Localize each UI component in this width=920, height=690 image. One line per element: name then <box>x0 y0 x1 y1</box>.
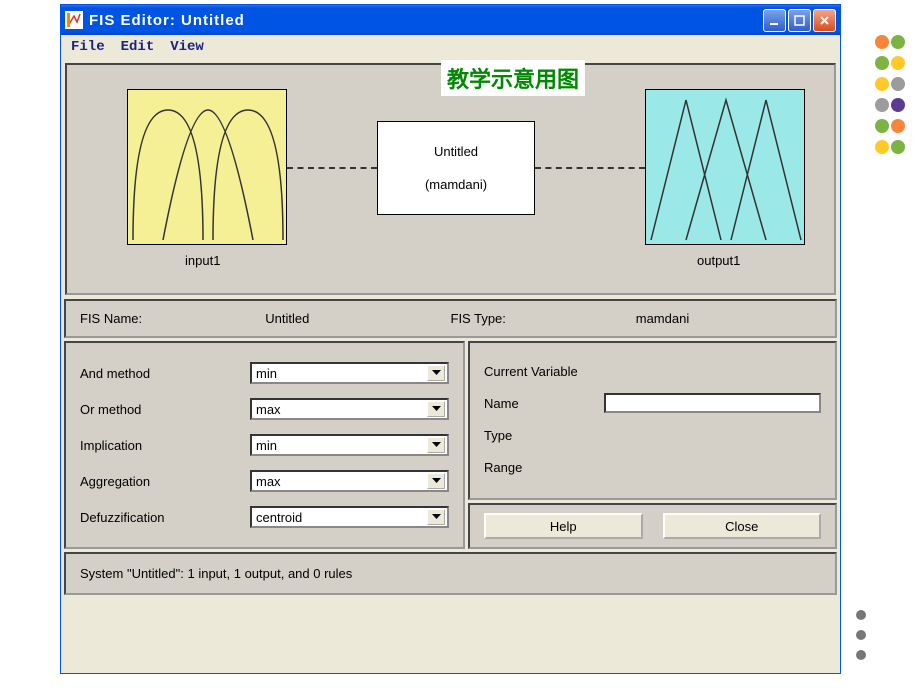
methods-panel: And method min Or method max Implication… <box>64 341 465 549</box>
and-method-label: And method <box>80 366 250 381</box>
fis-name-value: Untitled <box>265 311 450 326</box>
help-button[interactable]: Help <box>484 513 643 539</box>
current-variable-panel: Current Variable Name Type Range <box>468 341 837 500</box>
lower-grid: And method min Or method max Implication… <box>64 341 837 549</box>
window-controls <box>763 9 836 32</box>
fis-type-label: FIS Type: <box>451 311 636 326</box>
fis-type-text: (mamdani) <box>425 177 487 192</box>
fis-name-label: FIS Name: <box>80 311 265 326</box>
defuzzification-label: Defuzzification <box>80 510 250 525</box>
diagram-area: input1 Untitled (mamdani) output1 <box>67 65 834 293</box>
menu-edit[interactable]: Edit <box>121 39 155 55</box>
connector-line <box>287 167 377 169</box>
cv-name-input[interactable] <box>604 393 821 413</box>
workspace: input1 Untitled (mamdani) output1 <box>65 63 836 295</box>
fis-info-panel: FIS Name: Untitled FIS Type: mamdani <box>64 299 837 338</box>
menubar: File Edit View <box>61 35 840 59</box>
decorative-side-dots <box>856 600 866 670</box>
membership-triangles-icon <box>646 90 806 246</box>
input-label: input1 <box>185 253 220 268</box>
or-method-label: Or method <box>80 402 250 417</box>
app-icon <box>65 11 83 29</box>
teaching-overlay-label: 教学示意用图 <box>441 60 585 96</box>
cv-range-label: Range <box>484 460 604 475</box>
membership-curves-icon <box>128 90 288 246</box>
implication-dropdown[interactable]: min <box>250 434 449 456</box>
cv-type-label: Type <box>484 428 604 443</box>
output-variable-box[interactable] <box>645 89 805 245</box>
decorative-dots <box>874 34 906 160</box>
chevron-down-icon <box>427 365 445 381</box>
and-method-dropdown[interactable]: min <box>250 362 449 384</box>
aggregation-dropdown[interactable]: max <box>250 470 449 492</box>
defuzzification-dropdown[interactable]: centroid <box>250 506 449 528</box>
chevron-down-icon <box>427 401 445 417</box>
connector-line <box>535 167 645 169</box>
right-column: Current Variable Name Type Range Help Cl… <box>468 341 837 549</box>
button-panel: Help Close <box>468 503 837 549</box>
fis-rule-box[interactable]: Untitled (mamdani) <box>377 121 535 215</box>
chevron-down-icon <box>427 437 445 453</box>
close-button[interactable] <box>813 9 836 32</box>
or-method-dropdown[interactable]: max <box>250 398 449 420</box>
close-button-panel[interactable]: Close <box>663 513 822 539</box>
titlebar[interactable]: FIS Editor: Untitled <box>61 5 840 35</box>
chevron-down-icon <box>427 509 445 525</box>
implication-label: Implication <box>80 438 250 453</box>
chevron-down-icon <box>427 473 445 489</box>
current-variable-title: Current Variable <box>484 355 821 387</box>
cv-name-label: Name <box>484 396 604 411</box>
status-bar: System "Untitled": 1 input, 1 output, an… <box>64 552 837 595</box>
window-title: FIS Editor: Untitled <box>89 12 763 29</box>
maximize-button[interactable] <box>788 9 811 32</box>
fis-editor-window: FIS Editor: Untitled File Edit View 教学示意… <box>60 4 841 674</box>
minimize-button[interactable] <box>763 9 786 32</box>
fis-name-text: Untitled <box>434 144 478 159</box>
menu-view[interactable]: View <box>170 39 204 55</box>
input-variable-box[interactable] <box>127 89 287 245</box>
aggregation-label: Aggregation <box>80 474 250 489</box>
fis-type-value: mamdani <box>636 311 821 326</box>
output-label: output1 <box>697 253 740 268</box>
menu-file[interactable]: File <box>71 39 105 55</box>
